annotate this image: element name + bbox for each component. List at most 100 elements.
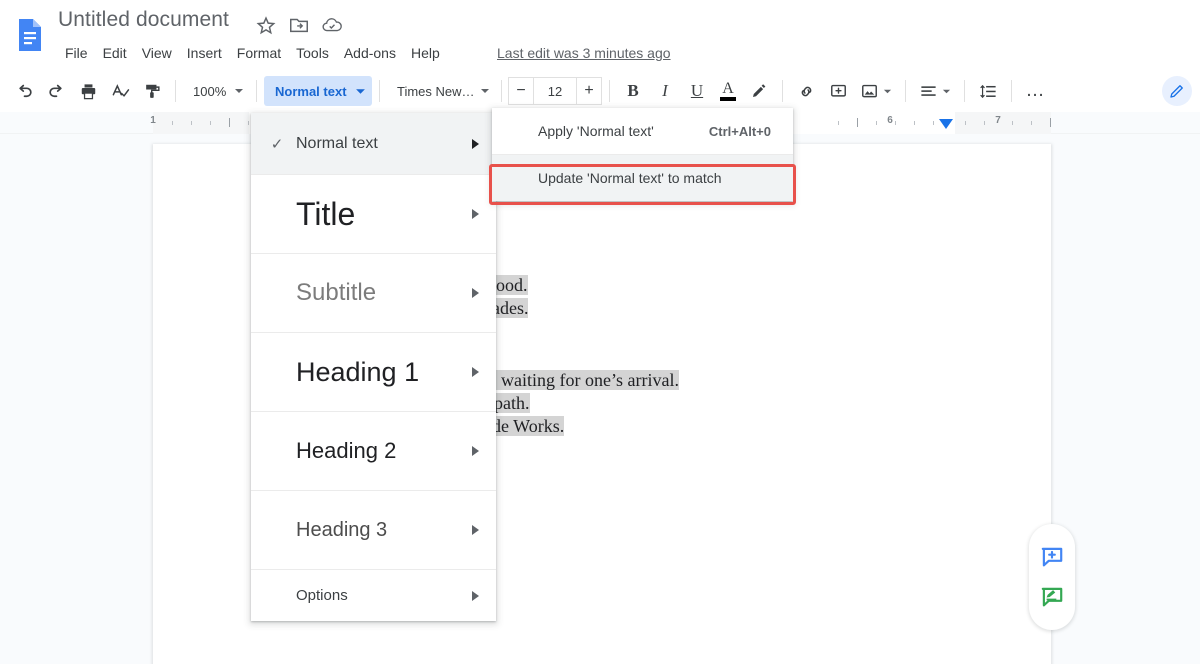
chevron-right-icon [472,139,479,149]
submenu-item-update-normal-text-to-match[interactable]: Update 'Normal text' to match [492,155,793,201]
menu-view[interactable]: View [135,42,179,64]
toolbar-divider [1011,80,1012,102]
styles-menu-item-heading-1[interactable]: Heading 1 [251,333,496,412]
menu-format[interactable]: Format [230,42,288,64]
toolbar-divider [175,80,176,102]
menu-edit[interactable]: Edit [96,42,134,64]
menu-help[interactable]: Help [404,42,447,64]
ruler-right-margin [955,112,1051,134]
redo-icon[interactable] [41,76,71,106]
chevron-down-icon [883,87,892,96]
zoom-selector[interactable]: 100% [183,76,249,106]
print-icon[interactable] [73,76,103,106]
highlight-pen-icon[interactable] [744,76,774,106]
styles-menu-item-title[interactable]: Title [251,175,496,254]
toolbar-divider [905,80,906,102]
chevron-right-icon [472,209,479,219]
toolbar-divider [964,80,965,102]
google-docs-logo[interactable] [10,15,50,55]
cloud-saved-icon[interactable] [321,14,343,36]
document-text-line: de Works. [492,415,564,437]
add-comment-icon[interactable] [823,76,853,106]
star-icon[interactable] [255,14,277,36]
toolbar-divider [609,80,610,102]
right-margin-marker[interactable] [939,119,953,129]
menu-addons[interactable]: Add-ons [337,42,403,64]
underline-button[interactable]: U [682,76,712,106]
styles-menu-label: Title [296,196,355,233]
menu-tools[interactable]: Tools [289,42,336,64]
insert-image-icon[interactable] [855,76,897,106]
chevron-right-icon [472,525,479,535]
ruler-number-6: 6 [887,115,893,126]
normal-text-submenu: Apply 'Normal text' Ctrl+Alt+0 Update 'N… [492,108,793,201]
undo-icon[interactable] [9,76,39,106]
document-title[interactable]: Untitled document [58,8,229,32]
ruler-number-7: 7 [995,115,1001,126]
document-canvas: ood. ades. , waiting for one’s arrival. … [0,134,1200,664]
document-text-line: path. [494,392,530,414]
font-size-input[interactable]: 12 [534,77,576,105]
styles-menu-label: Subtitle [296,279,376,307]
font-family-selector[interactable]: Times New… [387,76,495,106]
increase-font-size-button[interactable]: + [576,77,602,105]
chevron-down-icon [355,86,366,97]
chevron-down-icon [942,87,951,96]
styles-menu-label: Heading 3 [296,519,387,542]
line-spacing-icon[interactable] [973,76,1003,106]
toolbar-divider [782,80,783,102]
submenu-update-label: Update 'Normal text' to match [538,170,722,186]
align-icon[interactable] [914,76,956,106]
chevron-down-icon [480,86,490,96]
paint-format-icon[interactable] [137,76,167,106]
styles-menu-label: Options [296,587,348,604]
ruler-left-margin [153,112,249,134]
more-options-button[interactable]: … [1020,76,1050,106]
styles-menu-label: Heading 2 [296,438,396,464]
document-text-line: ood. [496,274,528,296]
toolbar-divider [379,80,380,102]
paragraph-style-selector[interactable]: Normal text [264,76,372,106]
bold-button[interactable]: B [618,76,648,106]
spelling-check-icon[interactable] [105,76,135,106]
italic-button[interactable]: I [650,76,680,106]
paragraph-style-value: Normal text [275,84,347,99]
styles-menu-item-subtitle[interactable]: Subtitle [251,254,496,333]
menu-bar: File Edit View Insert Format Tools Add-o… [58,42,448,64]
add-comment-icon[interactable] [1037,542,1067,572]
chevron-right-icon [472,367,479,377]
submenu-apply-shortcut: Ctrl+Alt+0 [709,124,771,139]
move-to-folder-icon[interactable] [288,14,310,36]
font-size-stepper: − 12 + [508,77,602,105]
styles-menu-item-normal-text[interactable]: ✓ Normal text [251,113,496,175]
suggest-edit-icon[interactable] [1037,582,1067,612]
submenu-apply-label: Apply 'Normal text' [538,123,654,139]
chevron-right-icon [472,591,479,601]
check-icon: ✓ [268,135,286,153]
last-edit-link[interactable]: Last edit was 3 minutes ago [497,43,671,63]
insert-link-icon[interactable] [791,76,821,106]
styles-menu-item-heading-2[interactable]: Heading 2 [251,412,496,491]
styles-menu-label: Normal text [296,135,378,153]
text-color-swatch [720,97,736,101]
document-text-line: , waiting for one’s arrival. [492,369,679,391]
editing-mode-button[interactable] [1162,76,1192,106]
paragraph-styles-menu: ✓ Normal text Title Subtitle Heading 1 H… [251,113,496,621]
chevron-right-icon [472,446,479,456]
app-header: Untitled document File Edit View Insert … [0,0,1200,70]
submenu-item-apply-normal-text[interactable]: Apply 'Normal text' Ctrl+Alt+0 [492,108,793,154]
menu-insert[interactable]: Insert [180,42,229,64]
styles-menu-item-heading-3[interactable]: Heading 3 [251,491,496,570]
menu-file[interactable]: File [58,42,95,64]
zoom-value: 100% [193,84,226,99]
document-text-line: ades. [492,297,528,319]
google-docs-window: Untitled document File Edit View Insert … [0,0,1200,664]
chevron-right-icon [472,288,479,298]
styles-menu-label: Heading 1 [296,357,419,388]
text-color-button[interactable]: A [713,76,743,106]
ruler-number-1: 1 [150,115,156,126]
formatting-toolbar: 100% Normal text Times New… − 12 + B I U… [0,70,1200,112]
decrease-font-size-button[interactable]: − [508,77,534,105]
text-color-glyph: A [722,81,734,97]
styles-menu-item-options[interactable]: Options [251,570,496,621]
